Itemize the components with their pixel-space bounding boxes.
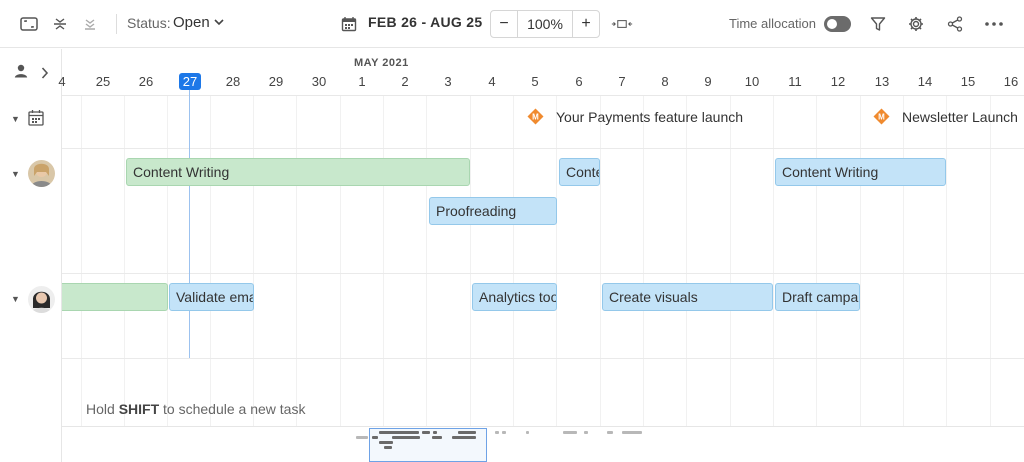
gear-icon[interactable] (905, 13, 927, 35)
day-label: 25 (95, 74, 111, 89)
today-line (189, 90, 190, 358)
day-label: 26 (138, 74, 154, 89)
zoom-level[interactable]: 100% (517, 11, 573, 37)
milestone[interactable]: M Newsletter Launch (873, 108, 1018, 125)
day-label: 12 (830, 74, 846, 89)
day-label: 6 (575, 74, 583, 89)
collapse-all-icon[interactable] (79, 13, 101, 35)
task-bar[interactable]: Proofreading (429, 197, 557, 225)
day-label-today: 27 (182, 74, 198, 89)
timeline-grid[interactable] (62, 96, 1024, 426)
day-label: 16 (1003, 74, 1019, 89)
more-options-icon[interactable] (983, 13, 1005, 35)
time-allocation-toggle[interactable] (824, 16, 851, 32)
resource-column: ▼ ▼ ▼ (0, 49, 62, 462)
share-icon[interactable] (944, 13, 966, 35)
status-label: Status: (127, 15, 171, 31)
day-label: 8 (661, 74, 669, 89)
svg-text:M: M (878, 113, 885, 122)
day-label: 4 (58, 74, 66, 89)
day-label: 2 (401, 74, 409, 89)
avatar[interactable] (28, 160, 55, 187)
chevron-down-icon[interactable] (213, 14, 225, 35)
calendar-icon[interactable] (338, 13, 360, 35)
task-bar[interactable]: Content Writing (775, 158, 946, 186)
milestone-label: Your Payments feature launch (556, 108, 744, 125)
day-label: 1 (358, 74, 366, 89)
day-label: 29 (268, 74, 284, 89)
day-label: 14 (917, 74, 933, 89)
collapse-user-caret[interactable]: ▼ (11, 169, 20, 179)
task-bar[interactable]: Validate email (169, 283, 254, 311)
collapse-rows-icon[interactable] (49, 13, 71, 35)
filter-icon[interactable] (867, 13, 889, 35)
day-label: 11 (788, 74, 802, 89)
day-label: 4 (488, 74, 496, 89)
month-label: MAY 2021 (354, 57, 409, 69)
time-allocation-label: Time allocation (729, 16, 816, 31)
collapse-milestones-caret[interactable]: ▼ (11, 114, 20, 124)
task-bar[interactable]: Create visuals (602, 283, 773, 311)
day-label: 5 (531, 74, 539, 89)
zoom-out-button[interactable]: − (491, 11, 517, 37)
hint-suffix: to schedule a new task (159, 401, 306, 417)
date-range[interactable]: FEB 26 - AUG 25 (368, 14, 482, 30)
day-label: 13 (874, 74, 890, 89)
task-bar[interactable]: Draft campaign (775, 283, 860, 311)
calendar-icon (28, 109, 44, 131)
day-label: 28 (225, 74, 241, 89)
day-label: 7 (618, 74, 626, 89)
zoom-in-button[interactable]: + (573, 11, 599, 37)
zoom-control: − 100% + (490, 10, 600, 38)
collapse-user-caret[interactable]: ▼ (11, 294, 20, 304)
day-label: 15 (960, 74, 976, 89)
task-bar[interactable]: Analytics tools (472, 283, 557, 311)
expand-icon[interactable] (18, 13, 40, 35)
hint-prefix: Hold (86, 401, 119, 417)
day-label: 30 (311, 74, 327, 89)
fit-to-screen-icon[interactable] (611, 13, 633, 35)
timeline-minimap[interactable] (62, 426, 1024, 462)
milestone-icon: M (873, 108, 890, 125)
milestone-label: Newsletter Launch (902, 108, 1018, 125)
task-bar[interactable]: Content Writing (126, 158, 470, 186)
user-icon[interactable] (14, 64, 28, 83)
task-bar[interactable] (62, 283, 168, 311)
svg-text:M: M (532, 113, 539, 122)
avatar[interactable] (28, 286, 55, 313)
hint-key: SHIFT (118, 401, 160, 417)
task-bar[interactable]: Content Writing (559, 158, 600, 186)
toolbar-separator (116, 14, 117, 34)
status-filter-value[interactable]: Open (173, 14, 210, 31)
milestone[interactable]: M Your Payments feature launch (527, 108, 743, 125)
day-label: 9 (704, 74, 712, 89)
toolbar: Status: Open FEB 26 - AUG 25 − 100% + Ti… (0, 0, 1024, 48)
day-label: 10 (744, 74, 760, 89)
milestone-icon: M (527, 108, 544, 125)
day-label: 3 (444, 74, 452, 89)
schedule-hint: Hold SHIFT to schedule a new task (86, 401, 305, 417)
